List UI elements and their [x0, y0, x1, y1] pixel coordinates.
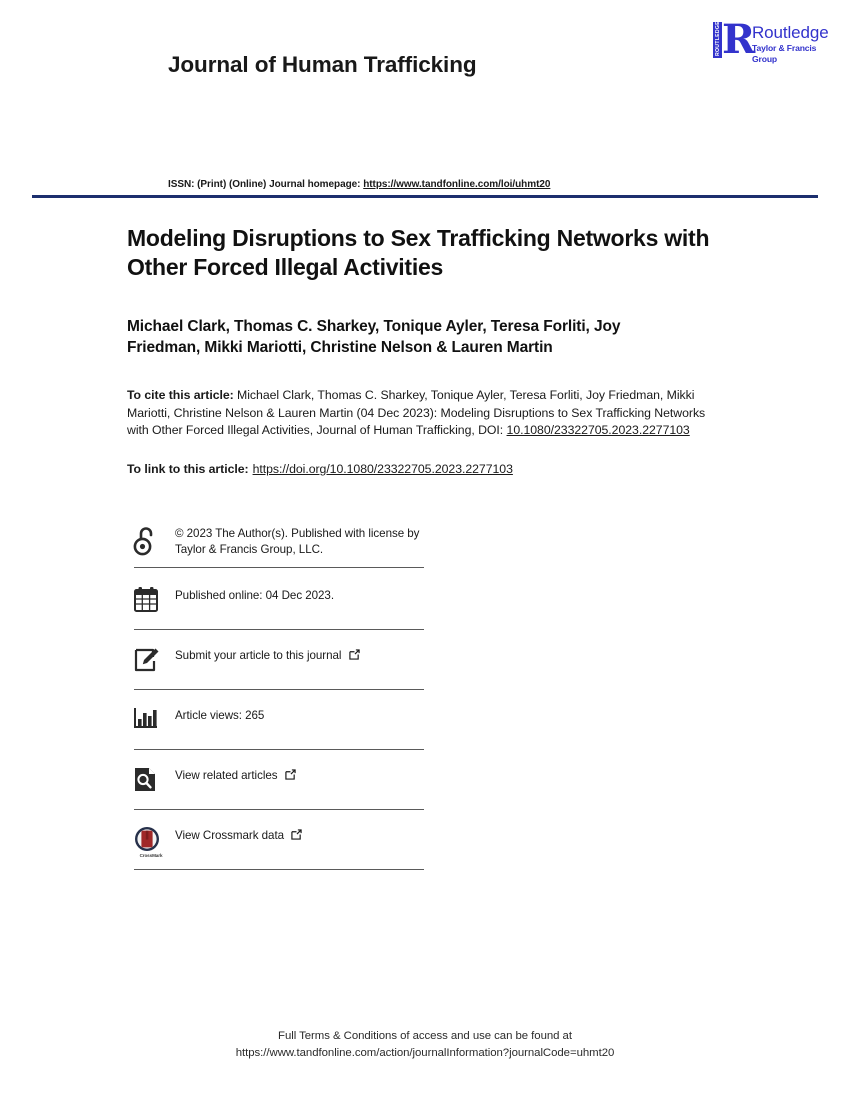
metadata-row-copyright: © 2023 The Author(s). Published with lic…: [133, 522, 433, 567]
external-link-icon: [291, 829, 302, 845]
submit-article-label: Submit your article to this journal: [175, 644, 360, 665]
routledge-name: Routledge: [752, 23, 829, 42]
article-metadata-list: © 2023 The Author(s). Published with lic…: [133, 522, 433, 870]
pencil-submit-icon: [133, 644, 175, 674]
article-title: Modeling Disruptions to Sex Trafficking …: [127, 225, 710, 280]
routledge-logo: ROUTLEDGE R Routledge Taylor & Francis G…: [713, 18, 835, 65]
crossmark-badge-label: CrossMark: [139, 853, 163, 858]
related-articles-text: View related articles: [175, 769, 278, 782]
article-doi-url[interactable]: https://doi.org/10.1080/23322705.2023.22…: [253, 462, 513, 476]
metadata-row-views: Article views: 265: [133, 704, 433, 749]
page-footer: Full Terms & Conditions of access and us…: [0, 1028, 850, 1062]
footer-terms-line: Full Terms & Conditions of access and us…: [278, 1030, 572, 1042]
external-link-icon: [348, 649, 360, 665]
article-authors: Michael Clark, Thomas C. Sharkey, Toniqu…: [127, 318, 621, 356]
calendar-icon: [133, 584, 175, 614]
masthead-rule: [32, 195, 818, 198]
crossmark-label: View Crossmark data: [175, 824, 302, 845]
journal-cover-page: Journal of Human Trafficking ROUTLEDGE R…: [0, 0, 850, 1117]
routledge-vertical-text: ROUTLEDGE: [714, 21, 721, 56]
routledge-subtitle: Taylor & Francis Group: [752, 43, 817, 64]
journal-homepage-link[interactable]: https://www.tandfonline.com/loi/uhmt20: [363, 179, 550, 190]
routledge-letter-r: R: [722, 16, 756, 63]
metadata-row-published: Published online: 04 Dec 2023.: [133, 584, 433, 629]
open-access-icon: [133, 522, 175, 558]
masthead-rule-tick-right: [723, 192, 724, 195]
published-date-text: Published online: 04 Dec 2023.: [175, 589, 334, 602]
external-link-icon: [284, 769, 296, 785]
masthead: Journal of Human Trafficking ROUTLEDGE R…: [0, 0, 850, 200]
issn-line: ISSN: (Print) (Online) Journal homepage:…: [168, 179, 550, 190]
crossmark-text: View Crossmark data: [175, 829, 285, 842]
journal-title: Journal of Human Trafficking: [168, 52, 477, 77]
metadata-row-crossmark[interactable]: CrossMark View Crossmark data: [133, 824, 433, 869]
citation-label: To cite this article:: [127, 388, 234, 402]
related-articles-icon: [133, 764, 175, 794]
related-articles-label: View related articles: [175, 764, 296, 785]
citation-block: To cite this article: Michael Clark, Tho…: [127, 387, 712, 440]
metadata-divider-6: [134, 869, 424, 870]
metadata-row-submit[interactable]: Submit your article to this journal: [133, 644, 433, 689]
copyright-text: © 2023 The Author(s). Published with lic…: [175, 527, 420, 556]
article-link-block: To link to this article: https://doi.org/…: [127, 461, 513, 479]
article-link-label: To link to this article:: [127, 462, 249, 476]
issn-prefix: ISSN: (Print) (Online) Journal homepage:: [168, 179, 361, 190]
crossmark-icon: CrossMark: [133, 824, 175, 866]
routledge-vertical-bar: ROUTLEDGE: [713, 21, 722, 58]
routledge-wordmark: Routledge Taylor & Francis Group: [752, 23, 835, 65]
citation-doi-link[interactable]: 10.1080/23322705.2023.2277103: [507, 423, 690, 437]
metadata-row-related[interactable]: View related articles: [133, 764, 433, 809]
bar-chart-icon: [133, 704, 175, 730]
submit-article-text: Submit your article to this journal: [175, 649, 342, 662]
routledge-r-mark-icon: ROUTLEDGE R: [713, 18, 755, 62]
masthead-rule-tick-left: [155, 192, 156, 195]
article-views-text: Article views: 265: [175, 709, 265, 722]
footer-url-line: https://www.tandfonline.com/action/journ…: [235, 1047, 615, 1059]
